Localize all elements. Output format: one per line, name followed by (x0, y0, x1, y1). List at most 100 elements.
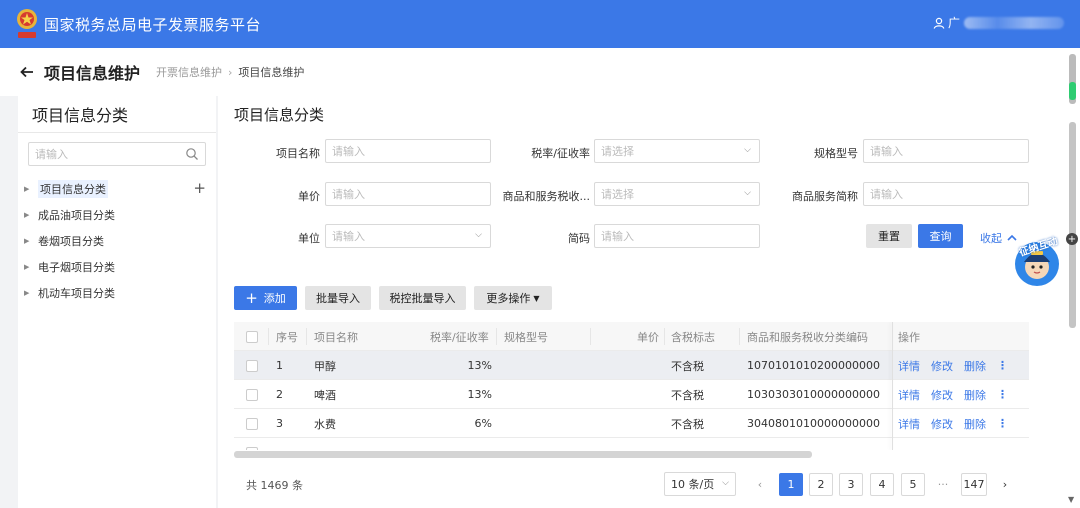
select-all-checkbox[interactable] (246, 322, 258, 351)
placeholder: 请输入 (601, 230, 634, 243)
query-button[interactable]: 查询 (918, 224, 963, 248)
sidebar-search-input[interactable]: 请输入 (28, 142, 206, 166)
side-plus-icon[interactable]: + (1066, 233, 1078, 245)
tax-rate-select[interactable]: 请选择 ⌵ (594, 139, 760, 163)
divider (18, 132, 216, 133)
short-code-input[interactable]: 请输入 (594, 224, 760, 248)
col-header-tax-code: 商品和服务税收分类编码 (747, 330, 868, 344)
breadcrumb: 开票信息维护 › 项目信息维护 (156, 64, 304, 80)
fixed-column-divider (892, 322, 893, 450)
placeholder: 请输入 (332, 145, 365, 158)
page-2[interactable]: 2 (809, 473, 833, 496)
scrollbar-thumb[interactable] (1069, 122, 1076, 328)
cell-tax-code: 3040801010000000000 (747, 417, 880, 430)
tax-code-select[interactable]: 请选择 ⌵ (594, 182, 760, 206)
tax-batch-import-button[interactable]: 税控批量导入 (379, 286, 466, 310)
table-row[interactable]: 3 水费 6% 不含税 3040801010000000000 详情 修改 删除… (234, 409, 1029, 438)
user-menu[interactable]: 广 (933, 14, 1064, 31)
table-row-partial (234, 438, 1029, 450)
table-row[interactable]: 2 啤酒 13% 不含税 1030303010000000000 详情 修改 删… (234, 380, 1029, 409)
tree-item-label: 项目信息分类 (38, 180, 108, 198)
detail-link[interactable]: 详情 (898, 387, 920, 403)
row-checkbox[interactable] (246, 380, 258, 409)
row-checkbox[interactable] (246, 409, 258, 438)
tree-item-label: 机动车项目分类 (38, 287, 115, 300)
delete-link[interactable]: 删除 (964, 416, 986, 432)
page-1[interactable]: 1 (779, 473, 803, 496)
page-3[interactable]: 3 (839, 473, 863, 496)
tree-item-vehicle[interactable]: ▶ 机动车项目分类 (18, 280, 216, 306)
row-checkbox[interactable] (246, 351, 258, 380)
filter-label-short-name: 商品服务简称 (792, 190, 858, 203)
search-icon[interactable] (185, 147, 199, 161)
breadcrumb-item-invoice-info[interactable]: 开票信息维护 (156, 64, 222, 80)
more-actions-icon[interactable]: ⋮ (997, 359, 1008, 372)
page-5[interactable]: 5 (901, 473, 925, 496)
tree-item-project-info[interactable]: ▶ 项目信息分类 + (18, 176, 216, 202)
interaction-assistant-button[interactable]: 征纳互动 (1012, 236, 1062, 288)
unit-select[interactable]: 请输入 ⌵ (325, 224, 491, 248)
caret-right-icon[interactable]: ▶ (24, 263, 38, 271)
page-scrollbar[interactable]: ▼ (1066, 48, 1080, 508)
cell-rate: 6% (474, 417, 492, 430)
table-horizontal-scrollbar[interactable] (234, 451, 812, 458)
row-checkbox (246, 438, 258, 450)
more-operations-button[interactable]: 更多操作 ▼ (474, 286, 552, 310)
page-size-value: 10 条/页 (671, 478, 715, 491)
detail-link[interactable]: 详情 (898, 358, 920, 374)
collapse-label: 收起 (980, 232, 1002, 245)
tax-logo-icon (16, 8, 38, 40)
delete-link[interactable]: 删除 (964, 387, 986, 403)
row-actions: 详情 修改 删除 ⋮ (898, 380, 1008, 409)
reset-button[interactable]: 重置 (866, 224, 912, 248)
tree-item-label: 卷烟项目分类 (38, 235, 104, 248)
table-row[interactable]: 1 甲醇 13% 不含税 1070101010200000000 详情 修改 删… (234, 351, 1029, 380)
pagination-ellipsis[interactable]: ··· (931, 473, 955, 496)
more-actions-icon[interactable]: ⋮ (997, 417, 1008, 430)
project-table: 序号 项目名称 税率/征收率 规格型号 单价 含税标志 商品和服务税收分类编码 … (234, 322, 1029, 450)
chevron-down-icon: ⌵ (744, 145, 751, 155)
unit-price-input[interactable]: 请输入 (325, 182, 491, 206)
back-arrow-icon[interactable] (18, 63, 36, 81)
col-header-actions: 操作 (898, 330, 920, 344)
add-category-icon[interactable]: + (193, 179, 206, 197)
top-bar: 国家税务总局电子发票服务平台 广 (0, 0, 1080, 48)
tree-item-oil[interactable]: ▶ 成品油项目分类 (18, 202, 216, 228)
filter-label-unit: 单位 (298, 232, 320, 245)
page-last[interactable]: 147 (961, 473, 987, 496)
tree-item-e-cigarette[interactable]: ▶ 电子烟项目分类 (18, 254, 216, 280)
col-header-spec: 规格型号 (504, 330, 548, 344)
site-title: 国家税务总局电子发票服务平台 (44, 15, 262, 34)
edit-link[interactable]: 修改 (931, 416, 953, 432)
total-count: 共 1469 条 (246, 479, 303, 492)
scroll-down-icon[interactable]: ▼ (1068, 495, 1074, 504)
caret-right-icon[interactable]: ▶ (24, 289, 38, 297)
tree-item-cigarette[interactable]: ▶ 卷烟项目分类 (18, 228, 216, 254)
service-short-name-input[interactable]: 请输入 (863, 182, 1029, 206)
category-sidebar: 项目信息分类 请输入 ▶ 项目信息分类 + ▶ 成品油项目分类 ▶ 卷烟项目分类… (18, 96, 216, 508)
caret-right-icon[interactable]: ▶ (24, 211, 38, 219)
project-name-input[interactable]: 请输入 (325, 139, 491, 163)
edit-link[interactable]: 修改 (931, 387, 953, 403)
prev-page-icon[interactable]: ‹ (748, 473, 772, 496)
col-header-name: 项目名称 (314, 330, 358, 344)
caret-right-icon[interactable]: ▶ (24, 185, 38, 193)
next-page-icon[interactable]: › (993, 473, 1017, 496)
edit-link[interactable]: 修改 (931, 358, 953, 374)
col-header-price: 单价 (637, 330, 659, 344)
cell-rate: 13% (467, 359, 492, 372)
more-actions-icon[interactable]: ⋮ (997, 388, 1008, 401)
delete-link[interactable]: 删除 (964, 358, 986, 374)
batch-import-button[interactable]: 批量导入 (305, 286, 371, 310)
page-title: 项目信息维护 (44, 64, 141, 83)
col-header-no: 序号 (276, 330, 298, 344)
page-size-select[interactable]: 10 条/页 ⌵ (664, 472, 736, 496)
filter-label-abbr: 简码 (568, 232, 590, 245)
caret-right-icon[interactable]: ▶ (24, 237, 38, 245)
spec-model-input[interactable]: 请输入 (863, 139, 1029, 163)
tree-item-label: 成品油项目分类 (38, 209, 115, 222)
detail-link[interactable]: 详情 (898, 416, 920, 432)
add-button[interactable]: + 添加 (234, 286, 297, 310)
cell-tax-flag: 不含税 (671, 359, 704, 373)
page-4[interactable]: 4 (870, 473, 894, 496)
